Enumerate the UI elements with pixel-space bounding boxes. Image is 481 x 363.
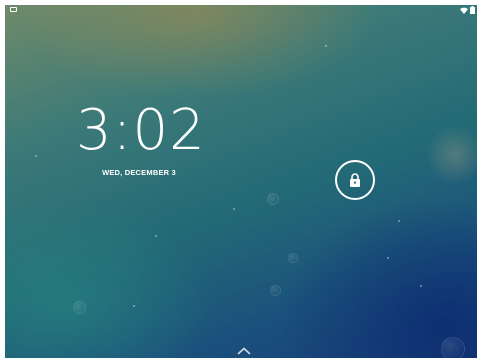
wallpaper-glow bbox=[425, 125, 477, 185]
status-icons bbox=[460, 6, 475, 14]
wallpaper-speck bbox=[155, 235, 157, 237]
wallpaper-bubble bbox=[267, 193, 279, 205]
lock-screen: 3:02 WED, DECEMBER 3 bbox=[5, 5, 477, 358]
wallpaper-speck bbox=[420, 285, 422, 287]
wallpaper-speck bbox=[398, 220, 400, 222]
lock-icon bbox=[350, 173, 360, 187]
wallpaper-bubble bbox=[73, 301, 86, 314]
battery-icon bbox=[470, 6, 475, 14]
image-notification-icon bbox=[10, 7, 17, 12]
wallpaper-speck bbox=[387, 257, 389, 259]
status-bar bbox=[5, 5, 477, 15]
unlock-button[interactable] bbox=[335, 160, 375, 200]
wifi-icon bbox=[460, 7, 468, 14]
wallpaper-speck bbox=[133, 305, 135, 307]
wallpaper-speck bbox=[35, 155, 37, 157]
wallpaper-bubble bbox=[288, 253, 298, 263]
chevron-up-icon[interactable] bbox=[237, 347, 251, 355]
wallpaper-speck bbox=[233, 208, 235, 210]
clock-time: 3:02 bbox=[76, 98, 206, 163]
wallpaper-bubble bbox=[441, 337, 465, 358]
wallpaper-speck bbox=[325, 45, 327, 47]
wallpaper-bubble bbox=[270, 285, 281, 296]
clock-date: WED, DECEMBER 3 bbox=[102, 168, 176, 177]
